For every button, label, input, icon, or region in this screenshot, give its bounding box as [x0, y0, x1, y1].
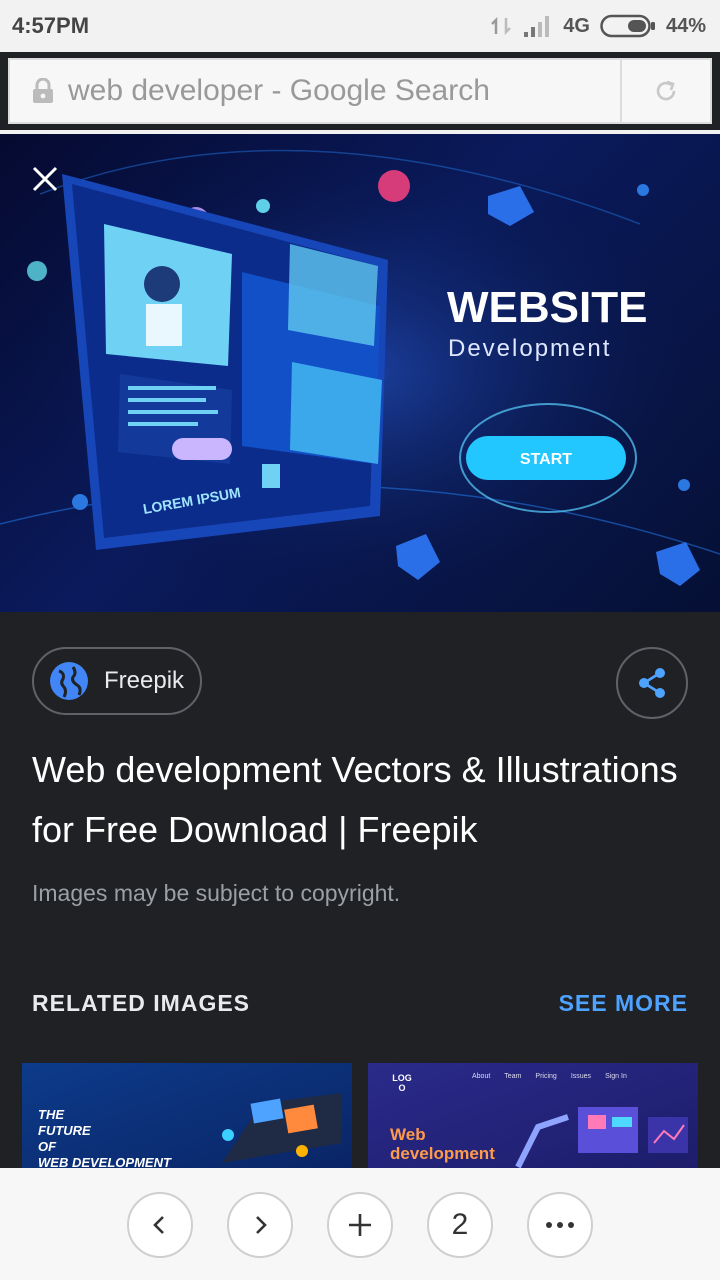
laptop-illustration	[222, 1093, 342, 1163]
status-time: 4:57PM	[12, 13, 90, 38]
battery-icon	[600, 14, 655, 38]
website-development-illustration: LOREM IPSUM WEBSITE Development START	[0, 134, 720, 612]
url-text[interactable]: web developer - Google Search	[68, 74, 620, 108]
result-title-link[interactable]: Web development Vectors & Illustrations …	[32, 740, 702, 860]
thumbnail-nav: About Team Pricing Issues Sign In	[472, 1073, 627, 1080]
thumbnail-caption: THE FUTURE OF WEB DEVELOPMENT	[38, 1107, 171, 1168]
thumbnail-nav-item: Team	[504, 1073, 522, 1080]
chevron-left-icon	[153, 1216, 164, 1234]
address-bar[interactable]: web developer - Google Search	[8, 58, 712, 124]
image-details-panel: Freepik Web development Vectors & Illust…	[0, 612, 720, 1168]
thumbnail-logo: LOGO	[392, 1073, 412, 1093]
hero-start-button: START	[520, 451, 572, 468]
reload-icon	[656, 80, 676, 101]
thumbnail-nav-item: Pricing	[535, 1073, 557, 1080]
thumbnail-caption: Web development	[390, 1125, 495, 1163]
chevron-right-icon	[256, 1216, 267, 1234]
data-transfer-icon	[491, 16, 512, 36]
thumbnail-nav-item: Sign In	[605, 1073, 627, 1080]
robot-arm-illustration	[515, 1107, 688, 1168]
new-tab-button[interactable]	[327, 1192, 393, 1258]
thumbnail-caption-line: WEB DEVELOPMENT	[38, 1155, 171, 1168]
tabs-count: 2	[451, 1208, 469, 1241]
thumbnail-caption-line: Web	[390, 1125, 426, 1144]
source-name: Freepik	[104, 667, 185, 694]
thumbnail-nav-item: About	[472, 1073, 491, 1080]
hero-subtitle: Development	[448, 335, 611, 362]
copyright-notice: Images may be subject to copyright.	[32, 880, 401, 906]
related-image-thumbnail[interactable]: LOGO About Team Pricing Issues Sign In W…	[368, 1063, 698, 1168]
thumbnail-caption-line: OF	[38, 1139, 57, 1154]
forward-button[interactable]	[227, 1192, 293, 1258]
more-menu-button[interactable]	[527, 1192, 593, 1258]
lock-icon	[30, 78, 56, 104]
thumbnail-caption-line: FUTURE	[38, 1123, 91, 1138]
preview-image[interactable]: LOREM IPSUM WEBSITE Development START	[0, 134, 720, 612]
thumbnail-caption-line: development	[390, 1144, 495, 1163]
plus-icon	[349, 1214, 371, 1236]
close-icon	[32, 166, 58, 192]
share-icon	[639, 668, 665, 698]
related-image-thumbnail[interactable]: THE FUTURE OF WEB DEVELOPMENT	[22, 1063, 352, 1168]
close-preview-button[interactable]	[22, 156, 68, 202]
related-images-heading: RELATED IMAGES	[32, 990, 251, 1016]
globe-icon	[50, 662, 88, 700]
reload-button[interactable]	[620, 60, 710, 122]
hero-title: WEBSITE	[447, 283, 647, 332]
back-button[interactable]	[127, 1192, 193, 1258]
status-bar: 4:57PM 4G 44%	[0, 0, 720, 52]
network-type: 4G	[563, 14, 590, 37]
more-dots-icon	[546, 1222, 574, 1228]
source-chip[interactable]: Freepik	[32, 647, 202, 715]
tabs-button[interactable]: 2	[427, 1192, 493, 1258]
share-button[interactable]	[616, 647, 688, 719]
signal-icon	[524, 16, 550, 37]
see-more-link[interactable]: SEE MORE	[559, 990, 688, 1017]
thumbnail-caption-line: THE	[38, 1107, 64, 1122]
thumbnail-nav-item: Issues	[570, 1073, 592, 1080]
status-icons: 4G 44%	[489, 13, 706, 39]
battery-percent: 44%	[665, 14, 706, 37]
bottom-navigation-bar: 2	[0, 1168, 720, 1280]
